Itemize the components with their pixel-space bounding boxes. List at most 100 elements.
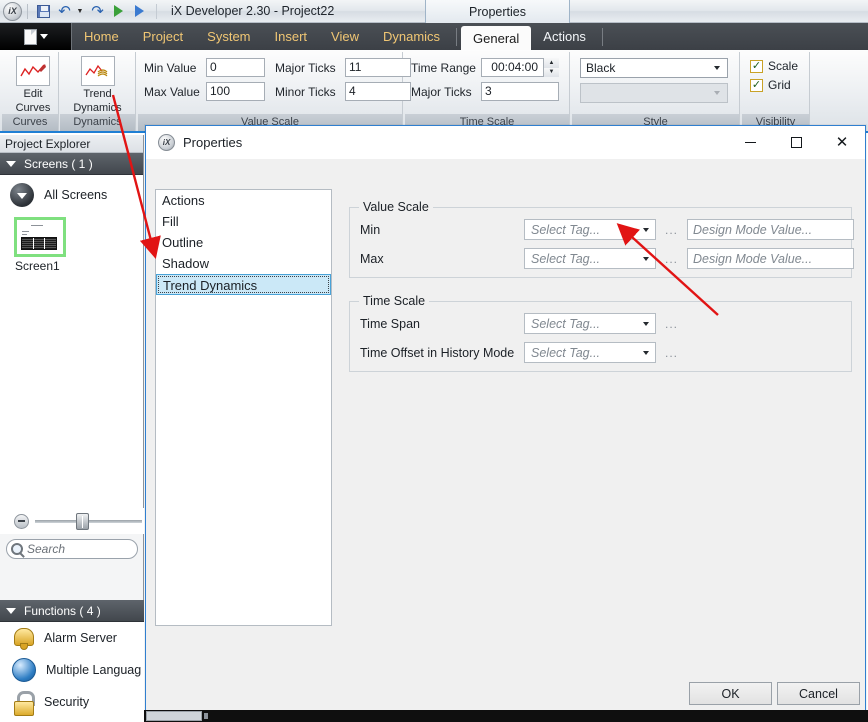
max-design-value-input[interactable]: Design Mode Value... — [687, 248, 855, 269]
save-icon[interactable] — [33, 2, 54, 21]
tab-system[interactable]: System — [195, 23, 262, 50]
ribbon-body: Edit Curves Curves Trend Dynamics Dynami… — [0, 50, 868, 133]
tab-general[interactable]: General — [461, 26, 532, 50]
style-color-combo[interactable]: Black — [580, 58, 728, 78]
tab-view[interactable]: View — [319, 23, 371, 50]
edit-curves-icon — [16, 56, 50, 86]
min-value-row: Min Value 0 Major Ticks 11 — [144, 58, 411, 77]
max-value-label: Max Value — [144, 84, 200, 99]
grid-checkbox[interactable]: ✓ — [750, 78, 763, 92]
tab-home[interactable]: Home — [72, 23, 131, 50]
cancel-button[interactable]: Cancel — [777, 682, 860, 705]
nav-item-fill[interactable]: Fill — [156, 211, 331, 232]
ribbon-group-visibility: ✓ Scale ✓ Grid Visibility — [742, 52, 810, 131]
trend-dynamics-label-2: Dynamics — [73, 102, 122, 114]
functions-section-header[interactable]: Functions ( 4 ) — [0, 600, 144, 622]
zoom-slider-thumb[interactable] — [75, 512, 89, 530]
tab-actions[interactable]: Actions — [531, 23, 598, 50]
spin-up-icon[interactable]: ▲ — [544, 58, 559, 68]
scale-checkbox[interactable]: ✓ — [750, 59, 763, 73]
time-offset-tag-value: Select Tag... — [531, 345, 601, 360]
run-simulate-icon[interactable] — [129, 2, 150, 21]
tab-project[interactable]: Project — [131, 23, 195, 50]
vs-minor-ticks-label: Minor Ticks — [275, 84, 336, 99]
time-range-stepper[interactable]: 00:04:00 ▲ ▼ — [481, 58, 559, 77]
screens-section-body: All Screens Screen1 — [0, 175, 143, 525]
all-screens-item[interactable]: All Screens — [0, 175, 143, 213]
max-browse-button[interactable]: ... — [665, 252, 678, 266]
time-span-browse-button[interactable]: ... — [665, 317, 678, 331]
maximize-button[interactable] — [773, 126, 819, 159]
dialog-title-bar[interactable]: iX Properties ✕ — [146, 126, 865, 159]
search-input[interactable]: Search — [27, 542, 65, 556]
function-item-alarm-server[interactable]: Alarm Server — [0, 622, 144, 654]
tab-dynamics[interactable]: Dynamics — [371, 23, 452, 50]
search-box[interactable]: Search — [6, 539, 138, 559]
scrollbar-grip[interactable] — [204, 713, 208, 719]
edit-curves-button[interactable]: Edit Curves — [2, 53, 64, 115]
dialog-nav-list[interactable]: Actions Fill Outline Shadow Trend Dynami… — [155, 189, 332, 626]
nav-item-actions[interactable]: Actions — [156, 190, 331, 211]
vs-major-ticks-input[interactable]: 11 — [345, 58, 411, 77]
spin-down-icon[interactable]: ▼ — [544, 67, 559, 77]
nav-item-shadow[interactable]: Shadow — [156, 253, 331, 274]
dialog-footer: OK Cancel — [146, 675, 865, 711]
ts-major-ticks-input[interactable]: 3 — [481, 82, 559, 101]
min-value-input[interactable]: 0 — [206, 58, 265, 77]
minimize-button[interactable] — [727, 126, 773, 159]
grid-checkbox-row[interactable]: ✓ Grid — [750, 78, 798, 92]
max-tag-combo[interactable]: Select Tag... — [524, 248, 656, 269]
nav-item-outline[interactable]: Outline — [156, 232, 331, 253]
time-range-row: Time Range 00:04:00 ▲ ▼ — [411, 58, 559, 77]
min-design-value-input[interactable]: Design Mode Value... — [687, 219, 855, 240]
ribbon-group-time-scale: Time Range 00:04:00 ▲ ▼ Major Ticks 3 Ti… — [405, 52, 570, 131]
screen-thumbnail-wrap[interactable]: Screen1 — [14, 217, 143, 273]
min-value-label: Min Value — [144, 60, 197, 75]
zoom-slider-track[interactable] — [35, 512, 142, 530]
nav-item-trend-dynamics[interactable]: Trend Dynamics — [156, 274, 331, 295]
tab-insert[interactable]: Insert — [263, 23, 320, 50]
max-tag-value: Select Tag... — [531, 251, 601, 266]
contextual-header-properties: Properties — [425, 0, 570, 23]
close-button[interactable]: ✕ — [819, 126, 865, 159]
time-range-label: Time Range — [411, 60, 476, 75]
max-value-input[interactable]: 100 — [206, 82, 265, 101]
ok-button[interactable]: OK — [689, 682, 772, 705]
horizontal-scrollbar[interactable] — [144, 710, 868, 722]
dialog-app-icon: iX — [158, 134, 175, 151]
edit-curves-label-1: Edit — [23, 88, 43, 100]
undo-icon[interactable]: ↶ — [54, 2, 75, 21]
trend-dynamics-button[interactable]: Trend Dynamics — [67, 53, 129, 115]
screens-section-label: Screens ( 1 ) — [24, 156, 93, 171]
vs-minor-ticks-input[interactable]: 4 — [345, 82, 411, 101]
zoom-slider-row[interactable] — [0, 508, 144, 534]
time-scale-group-label: Time Scale — [359, 294, 430, 308]
zoom-out-icon[interactable] — [14, 513, 29, 529]
screen1-thumbnail[interactable] — [14, 217, 66, 257]
undo-dropdown-icon[interactable]: ▼ — [75, 2, 87, 21]
function-item-security[interactable]: Security — [0, 686, 144, 722]
chevron-down-icon — [6, 607, 16, 614]
scrollbar-thumb[interactable] — [146, 711, 202, 721]
time-span-label: Time Span — [360, 316, 420, 331]
chevron-down-icon — [714, 91, 720, 95]
time-offset-browse-button[interactable]: ... — [665, 346, 678, 360]
time-range-spin-buttons[interactable]: ▲ ▼ — [543, 58, 559, 77]
time-offset-tag-combo[interactable]: Select Tag... — [524, 342, 656, 363]
app-menu-button[interactable] — [0, 23, 72, 50]
function-item-multiple-languages[interactable]: Multiple Languag — [0, 654, 144, 686]
max-value-row: Max Value 100 Minor Ticks 4 — [144, 82, 411, 101]
redo-icon[interactable]: ↷ — [87, 2, 108, 21]
run-icon[interactable] — [108, 2, 129, 21]
edit-curves-label-2: Curves — [15, 102, 51, 114]
min-browse-button[interactable]: ... — [665, 223, 678, 237]
min-tag-combo[interactable]: Select Tag... — [524, 219, 656, 240]
scale-checkbox-row[interactable]: ✓ Scale — [750, 59, 798, 73]
screens-section-header[interactable]: Screens ( 1 ) — [0, 153, 143, 175]
app-orb-icon[interactable]: iX — [3, 1, 22, 21]
time-scale-groupbox: Time Scale Time Span Select Tag... ... T… — [349, 294, 852, 372]
function-label: Alarm Server — [44, 631, 117, 645]
search-icon — [11, 543, 23, 555]
ribbon-group-value-scale: Min Value 0 Major Ticks 11 Max Value 100… — [138, 52, 411, 131]
time-span-tag-combo[interactable]: Select Tag... — [524, 313, 656, 334]
